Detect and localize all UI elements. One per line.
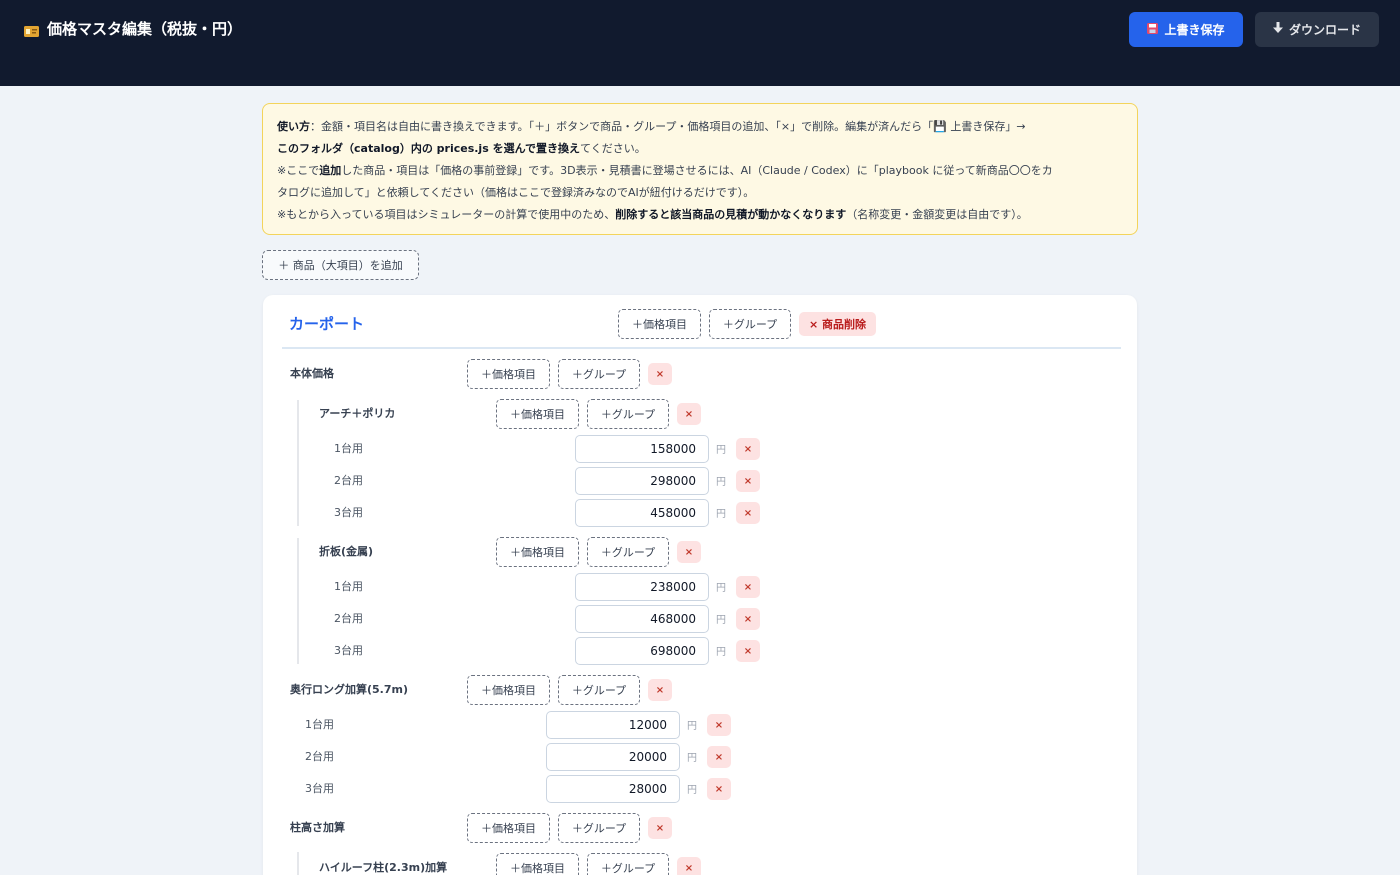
delete-price-item-button[interactable]: × — [736, 576, 760, 598]
delete-price-item-button[interactable]: × — [736, 470, 760, 492]
notice-line-1: 使い方：金額・項目名は自由に書き換えできます。「＋」ボタンで商品・グループ・価格… — [277, 120, 1026, 133]
add-price-item-button[interactable]: ＋価格項目 — [618, 309, 701, 339]
price-input[interactable] — [546, 775, 680, 803]
price-input[interactable] — [575, 637, 709, 665]
price-item-label[interactable]: 1台用 — [334, 578, 363, 594]
price-input[interactable] — [575, 435, 709, 463]
notice-line-4: タログに追加して」と依頼してください（価格はここで登録済みなのでAIが紐付けるだ… — [277, 186, 755, 199]
delete-product-button[interactable]: × 商品削除 — [799, 312, 877, 336]
yen-unit: 円 — [687, 721, 697, 732]
yen-unit: 円 — [716, 445, 726, 456]
price-input[interactable] — [575, 467, 709, 495]
subgroup-name[interactable]: 折板(金属) — [319, 543, 373, 559]
price-input[interactable] — [546, 711, 680, 739]
yen-unit: 円 — [716, 647, 726, 658]
download-arrow-icon — [1272, 22, 1283, 37]
add-group-button[interactable]: ＋グループ — [587, 537, 669, 567]
delete-price-item-button[interactable]: × — [736, 640, 760, 662]
price-item-label[interactable]: 2台用 — [334, 610, 363, 626]
price-item-label[interactable]: 1台用 — [305, 716, 334, 732]
yen-unit: 円 — [716, 583, 726, 594]
save-button-label: 上書き保存 — [1164, 23, 1225, 37]
price-input[interactable] — [546, 743, 680, 771]
delete-group-button[interactable]: × — [648, 679, 672, 701]
add-price-item-button[interactable]: ＋価格項目 — [467, 813, 550, 843]
nest-line — [297, 538, 299, 664]
delete-price-item-button[interactable]: × — [707, 746, 731, 768]
price-item-label[interactable]: 3台用 — [334, 642, 363, 658]
add-price-item-button[interactable]: ＋価格項目 — [467, 675, 550, 705]
subgroup-name[interactable]: アーチ＋ポリカ — [319, 405, 395, 421]
add-group-button[interactable]: ＋グループ — [558, 813, 640, 843]
subgroup-name[interactable]: ハイルーフ柱(2.3m)加算 — [319, 859, 447, 875]
card-divider — [282, 347, 1121, 349]
download-button[interactable]: ダウンロード — [1255, 12, 1379, 47]
delete-price-item-button[interactable]: × — [736, 438, 760, 460]
delete-group-button[interactable]: × — [648, 817, 672, 839]
delete-price-item-button[interactable]: × — [707, 714, 731, 736]
usage-notice: 使い方：金額・項目名は自由に書き換えできます。「＋」ボタンで商品・グループ・価格… — [262, 103, 1138, 235]
group-name[interactable]: 本体価格 — [290, 365, 334, 381]
add-group-button[interactable]: ＋グループ — [587, 399, 669, 429]
notice-line-5: ※もとから入っている項目はシミュレーターの計算で使用中のため、削除すると該当商品… — [277, 208, 1028, 221]
price-input[interactable] — [575, 499, 709, 527]
yen-unit: 円 — [716, 615, 726, 626]
price-item-label[interactable]: 2台用 — [334, 472, 363, 488]
group-name[interactable]: 奥行ロング加算(5.7m) — [290, 681, 408, 697]
delete-price-item-button[interactable]: × — [736, 608, 760, 630]
price-input[interactable] — [575, 605, 709, 633]
yen-unit: 円 — [687, 753, 697, 764]
delete-group-button[interactable]: × — [677, 541, 701, 563]
add-group-button[interactable]: ＋グループ — [587, 853, 669, 875]
add-price-item-button[interactable]: ＋価格項目 — [496, 537, 579, 567]
delete-group-button[interactable]: × — [677, 857, 701, 875]
add-group-button[interactable]: ＋グループ — [709, 309, 791, 339]
add-group-button[interactable]: ＋グループ — [558, 675, 640, 705]
nest-line — [297, 400, 299, 526]
delete-group-button[interactable]: × — [648, 363, 672, 385]
add-product-button[interactable]: ＋ 商品（大項目）を追加 — [262, 250, 419, 280]
add-price-item-button[interactable]: ＋価格項目 — [467, 359, 550, 389]
price-item-label[interactable]: 3台用 — [334, 504, 363, 520]
delete-price-item-button[interactable]: × — [736, 502, 760, 524]
yen-unit: 円 — [687, 785, 697, 796]
yen-unit: 円 — [716, 477, 726, 488]
price-input[interactable] — [575, 573, 709, 601]
add-price-item-button[interactable]: ＋価格項目 — [496, 853, 579, 875]
delete-price-item-button[interactable]: × — [707, 778, 731, 800]
download-button-label: ダウンロード — [1288, 23, 1361, 37]
add-price-item-button[interactable]: ＋価格項目 — [496, 399, 579, 429]
overwrite-save-button[interactable]: 上書き保存 — [1129, 12, 1243, 47]
yen-unit: 円 — [716, 509, 726, 520]
floppy-disk-icon — [1147, 22, 1159, 37]
price-item-label[interactable]: 3台用 — [305, 780, 334, 796]
price-item-label[interactable]: 2台用 — [305, 748, 334, 764]
product-name[interactable]: カーポート — [289, 313, 364, 334]
price-item-label[interactable]: 1台用 — [334, 440, 363, 456]
notice-line-3: ※ここで追加した商品・項目は「価格の事前登録」です。3D表示・見積書に登場させる… — [277, 164, 1053, 177]
price-tag-icon — [24, 23, 39, 37]
app-title: 価格マスタ編集（税抜・円） — [24, 18, 242, 39]
notice-line-2: このフォルダ（catalog）内の prices.js を選んで置き換えてくださ… — [277, 142, 646, 155]
page-title: 価格マスタ編集（税抜・円） — [47, 20, 243, 38]
add-group-button[interactable]: ＋グループ — [558, 359, 640, 389]
nest-line — [297, 852, 299, 875]
delete-group-button[interactable]: × — [677, 403, 701, 425]
group-name[interactable]: 柱高さ加算 — [290, 819, 345, 835]
